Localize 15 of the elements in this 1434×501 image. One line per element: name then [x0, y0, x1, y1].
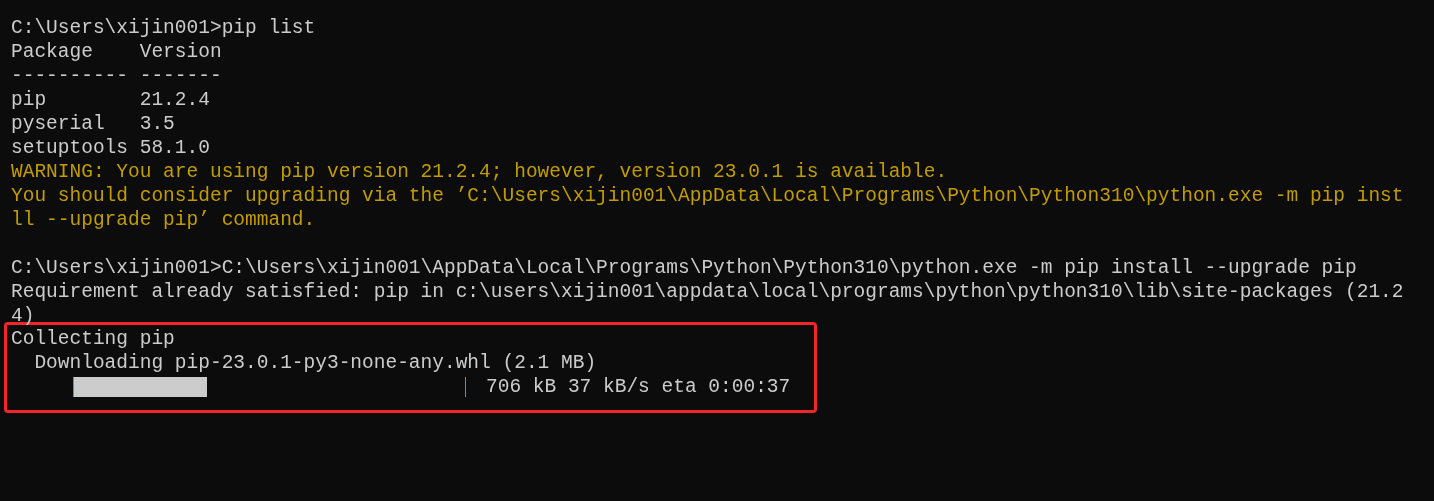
console-line: ll --upgrade pip’ command. [11, 208, 316, 232]
console-line: Requirement already satisfied: pip in c:\users\xijin001\appdata\local\programs\python\python310\lib\site-packages (21.2 [11, 280, 1404, 304]
console-line: Package Version [11, 40, 222, 64]
console-line: ---------- ------- [11, 64, 222, 88]
download-status: 706 kB 37 kB/s eta 0:00:37 [486, 375, 791, 399]
console-line: Collecting pip [11, 327, 175, 351]
console-line: 4) [11, 304, 35, 328]
console-line: WARNING: You are using pip version 21.2.4; however, version 23.0.1 is available. [11, 160, 948, 184]
console-line: pip 21.2.4 [11, 88, 210, 112]
console-line: C:\Users\xijin001>C:\Users\xijin001\AppData\Local\Programs\Python\Python310\python.exe -m pip install --upgrade pip [11, 256, 1357, 280]
console-line: pyserial 3.5 [11, 112, 175, 136]
console-line: setuptools 58.1.0 [11, 136, 210, 160]
console-line: You should consider upgrading via the ’C:\Users\xijin001\AppData\Local\Programs\Python\Python310\python.exe -m pip inst [11, 184, 1404, 208]
console-line: Downloading pip-23.0.1-py3-none-any.whl (2.1 MB) [33, 351, 597, 375]
console-line: C:\Users\xijin001>pip list [11, 16, 316, 40]
